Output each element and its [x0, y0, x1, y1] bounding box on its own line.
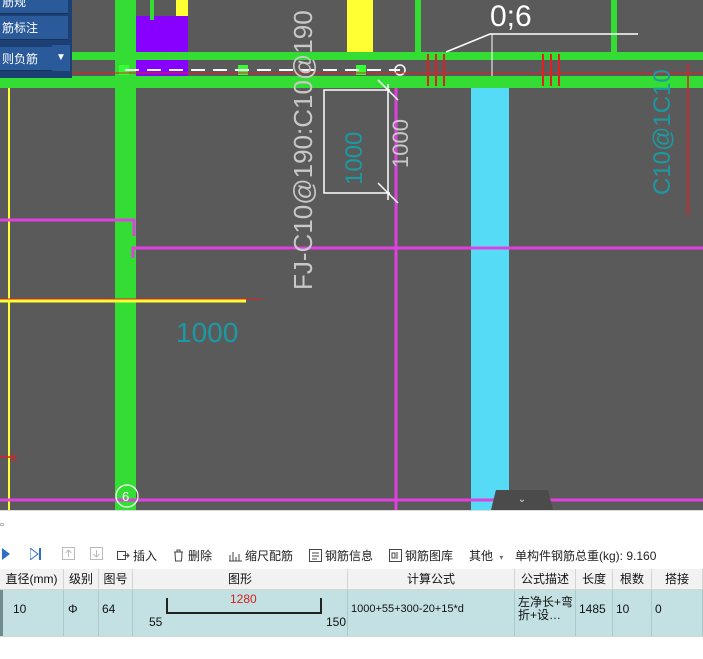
- shape-left-length: 55: [149, 615, 163, 629]
- green-stub-2: [415, 0, 421, 52]
- cell-figure-no[interactable]: 64: [99, 590, 133, 636]
- menu-dropdown-arrow[interactable]: ▼: [52, 45, 70, 71]
- info-table-icon: [309, 549, 322, 562]
- yellow-mark: [176, 0, 188, 16]
- menu-item-negative-rebar[interactable]: 则负筋: [0, 47, 52, 71]
- cell-length[interactable]: 1485: [576, 590, 613, 636]
- cell-formula[interactable]: 1000+55+300-20+15*d: [348, 590, 515, 636]
- dimension-label-c: 1000: [176, 317, 238, 348]
- other-dropdown[interactable]: 其他 ▾: [469, 547, 503, 565]
- rebar-label-right: C10@1C10: [649, 69, 676, 195]
- dimension-label-b: 1000: [388, 119, 413, 168]
- rebar-info-button[interactable]: 钢筋信息: [309, 547, 373, 565]
- green-beam-left-1: [115, 0, 127, 510]
- col-header-diameter[interactable]: 直径(mm): [0, 569, 64, 590]
- dimension-label-a: 1000: [341, 132, 368, 185]
- side-menu-panel: 筋规 筋标注 则负筋 ▼: [0, 0, 72, 78]
- trash-icon: [172, 549, 185, 562]
- col-header-figure-no[interactable]: 图号: [99, 569, 133, 590]
- cell-description[interactable]: 左净长+弯折+设…: [515, 590, 576, 636]
- scale-rebar-button[interactable]: 缩尺配筋: [229, 547, 293, 565]
- play-icon[interactable]: [2, 547, 10, 565]
- rebar-info-label: 钢筋信息: [325, 549, 374, 563]
- delete-label: 删除: [188, 549, 213, 563]
- move-down-icon[interactable]: [90, 547, 103, 565]
- splitter-dot: ▫: [0, 519, 4, 531]
- shape-mid-length: 1280: [230, 592, 257, 606]
- empty-table-row[interactable]: [0, 636, 703, 659]
- insert-label: 插入: [133, 549, 158, 563]
- cell-grade[interactable]: Φ: [64, 590, 99, 636]
- shape-right-length: 150: [326, 615, 347, 629]
- menu-item-rule[interactable]: 筋规: [0, 0, 68, 14]
- cell-shape[interactable]: 55 1280 150: [133, 590, 348, 636]
- insert-button[interactable]: 插入: [117, 547, 157, 565]
- rebar-library-button[interactable]: 钢筋图库: [389, 547, 453, 565]
- green-beam-bottom: [0, 76, 703, 88]
- insert-icon: [117, 549, 130, 562]
- cell-lap[interactable]: 0: [652, 590, 703, 636]
- scale-rebar-label: 缩尺配筋: [245, 549, 294, 563]
- cad-drawing[interactable]: 0;6 FJ-C10@190:C10@190 C10@1C10 1000 100…: [0, 0, 703, 510]
- col-header-description[interactable]: 公式描述: [515, 569, 576, 590]
- yellow-column-strip: [347, 0, 373, 52]
- chevron-down-icon: ⌄: [517, 494, 527, 505]
- other-label: 其他: [469, 549, 494, 563]
- col-header-formula[interactable]: 计算公式: [348, 569, 515, 590]
- cyan-column: [471, 88, 509, 510]
- total-weight-label: 单构件钢筋总重(kg):: [515, 549, 624, 563]
- rebar-library-label: 钢筋图库: [405, 549, 454, 563]
- rebar-table: 直径(mm) 级别 图号 图形 计算公式 公式描述 长度 根数 搭接 10 Φ …: [0, 569, 703, 659]
- rebar-label-main: FJ-C10@190:C10@190: [288, 10, 318, 290]
- axis-number: 6: [122, 489, 129, 504]
- green-stub: [150, 0, 154, 20]
- cell-count[interactable]: 10: [613, 590, 652, 636]
- cad-canvas[interactable]: 0;6 FJ-C10@190:C10@190 C10@1C10 1000 100…: [0, 0, 703, 510]
- rebar-toolbar: 插入 删除 缩尺配筋 钢筋信息 钢筋图库 其他 ▾ 单构件钢筋总重(kg): 9…: [0, 543, 703, 569]
- col-header-lap[interactable]: 搭接: [652, 569, 703, 590]
- bar-scale-icon: [229, 549, 242, 562]
- delete-button[interactable]: 删除: [172, 547, 212, 565]
- green-beam-top: [0, 52, 703, 60]
- total-weight: 单构件钢筋总重(kg): 9.160: [515, 547, 656, 565]
- green-stub-3: [611, 0, 617, 52]
- library-icon: [389, 549, 402, 562]
- leader-line: [445, 33, 638, 53]
- skip-end-icon[interactable]: [29, 547, 42, 565]
- col-header-count[interactable]: 根数: [613, 569, 652, 590]
- total-weight-value: 9.160: [626, 549, 657, 563]
- col-header-length[interactable]: 长度: [576, 569, 613, 590]
- move-up-icon[interactable]: [62, 547, 75, 565]
- ratio-label: 0;6: [490, 0, 532, 33]
- collapse-panel-tab[interactable]: ⌄: [491, 490, 553, 510]
- dropdown-arrow-icon: ▾: [499, 553, 504, 562]
- col-header-grade[interactable]: 级别: [64, 569, 99, 590]
- x-marker: X: [10, 453, 18, 465]
- col-header-shape[interactable]: 图形: [133, 569, 348, 590]
- cell-diameter[interactable]: 10: [0, 590, 64, 636]
- menu-item-rebar-annotation[interactable]: 筋标注: [0, 16, 68, 40]
- panel-splitter[interactable]: ▫: [0, 510, 703, 544]
